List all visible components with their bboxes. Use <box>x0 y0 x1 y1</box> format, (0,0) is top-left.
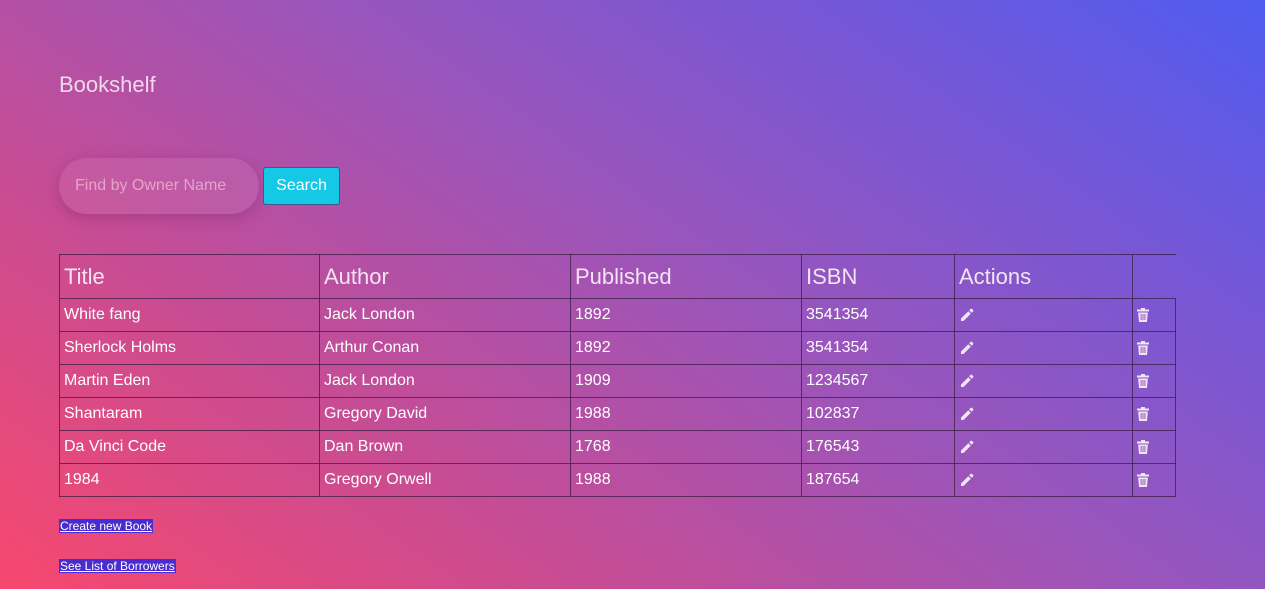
owner-search-input[interactable] <box>59 158 259 214</box>
books-table: Title Author Published ISBN Actions Whit… <box>59 254 1176 497</box>
pencil-icon[interactable] <box>960 341 974 355</box>
trash-icon[interactable] <box>1137 472 1149 487</box>
delete-cell <box>1132 298 1176 332</box>
search-bar: Search <box>59 158 340 214</box>
delete-cell <box>1132 364 1176 398</box>
pencil-icon[interactable] <box>960 440 974 454</box>
see-borrowers-link[interactable]: See List of Borrowers <box>59 559 176 573</box>
pencil-icon[interactable] <box>960 308 974 322</box>
table-row: White fang Jack London 1892 3541354 <box>59 298 1176 332</box>
book-isbn-cell: 3541354 <box>801 298 955 332</box>
column-header-actions: Actions <box>954 254 1133 299</box>
pencil-icon[interactable] <box>960 473 974 487</box>
table-row: 1984 Gregory Orwell 1988 187654 <box>59 463 1176 497</box>
books-table-body: White fang Jack London 1892 3541354 Sherlock… <box>59 298 1176 497</box>
column-header-author: Author <box>319 254 571 299</box>
book-isbn-cell: 1234567 <box>801 364 955 398</box>
book-isbn-cell: 176543 <box>801 430 955 464</box>
book-published-cell: 1892 <box>570 298 802 332</box>
column-header-isbn: ISBN <box>801 254 955 299</box>
column-header-title: Title <box>59 254 320 299</box>
book-author-cell: Jack London <box>319 298 571 332</box>
pencil-icon[interactable] <box>960 374 974 388</box>
column-header-published: Published <box>570 254 802 299</box>
book-isbn-cell: 187654 <box>801 463 955 497</box>
book-published-cell: 1988 <box>570 397 802 431</box>
table-row: Martin Eden Jack London 1909 1234567 <box>59 364 1176 398</box>
table-row: Sherlock Holms Arthur Conan 1892 3541354 <box>59 331 1176 365</box>
trash-icon[interactable] <box>1137 439 1149 454</box>
actions-cell <box>954 331 1133 365</box>
table-row: Da Vinci Code Dan Brown 1768 176543 <box>59 430 1176 464</box>
pencil-icon[interactable] <box>960 407 974 421</box>
delete-cell <box>1132 430 1176 464</box>
trash-icon[interactable] <box>1137 307 1149 322</box>
book-published-cell: 1768 <box>570 430 802 464</box>
delete-cell <box>1132 331 1176 365</box>
book-title-cell: 1984 <box>59 463 320 497</box>
delete-cell <box>1132 463 1176 497</box>
book-published-cell: 1909 <box>570 364 802 398</box>
book-title-cell: Sherlock Holms <box>59 331 320 365</box>
book-author-cell: Jack London <box>319 364 571 398</box>
actions-cell <box>954 298 1133 332</box>
delete-cell <box>1132 397 1176 431</box>
book-published-cell: 1892 <box>570 331 802 365</box>
book-author-cell: Dan Brown <box>319 430 571 464</box>
actions-cell <box>954 463 1133 497</box>
actions-cell <box>954 364 1133 398</box>
table-row: Shantaram Gregory David 1988 102837 <box>59 397 1176 431</box>
create-book-link[interactable]: Create new Book <box>59 519 154 533</box>
book-title-cell: White fang <box>59 298 320 332</box>
book-title-cell: Shantaram <box>59 397 320 431</box>
trash-icon[interactable] <box>1137 406 1149 421</box>
book-author-cell: Gregory Orwell <box>319 463 571 497</box>
search-button[interactable]: Search <box>263 167 340 205</box>
trash-icon[interactable] <box>1137 373 1149 388</box>
trash-icon[interactable] <box>1137 340 1149 355</box>
book-title-cell: Martin Eden <box>59 364 320 398</box>
page-title: Bookshelf <box>59 72 156 97</box>
book-isbn-cell: 3541354 <box>801 331 955 365</box>
actions-cell <box>954 430 1133 464</box>
book-author-cell: Arthur Conan <box>319 331 571 365</box>
book-published-cell: 1988 <box>570 463 802 497</box>
book-isbn-cell: 102837 <box>801 397 955 431</box>
actions-cell <box>954 397 1133 431</box>
table-header-row: Title Author Published ISBN Actions <box>59 254 1176 299</box>
column-header-delete <box>1132 254 1176 299</box>
book-author-cell: Gregory David <box>319 397 571 431</box>
book-title-cell: Da Vinci Code <box>59 430 320 464</box>
